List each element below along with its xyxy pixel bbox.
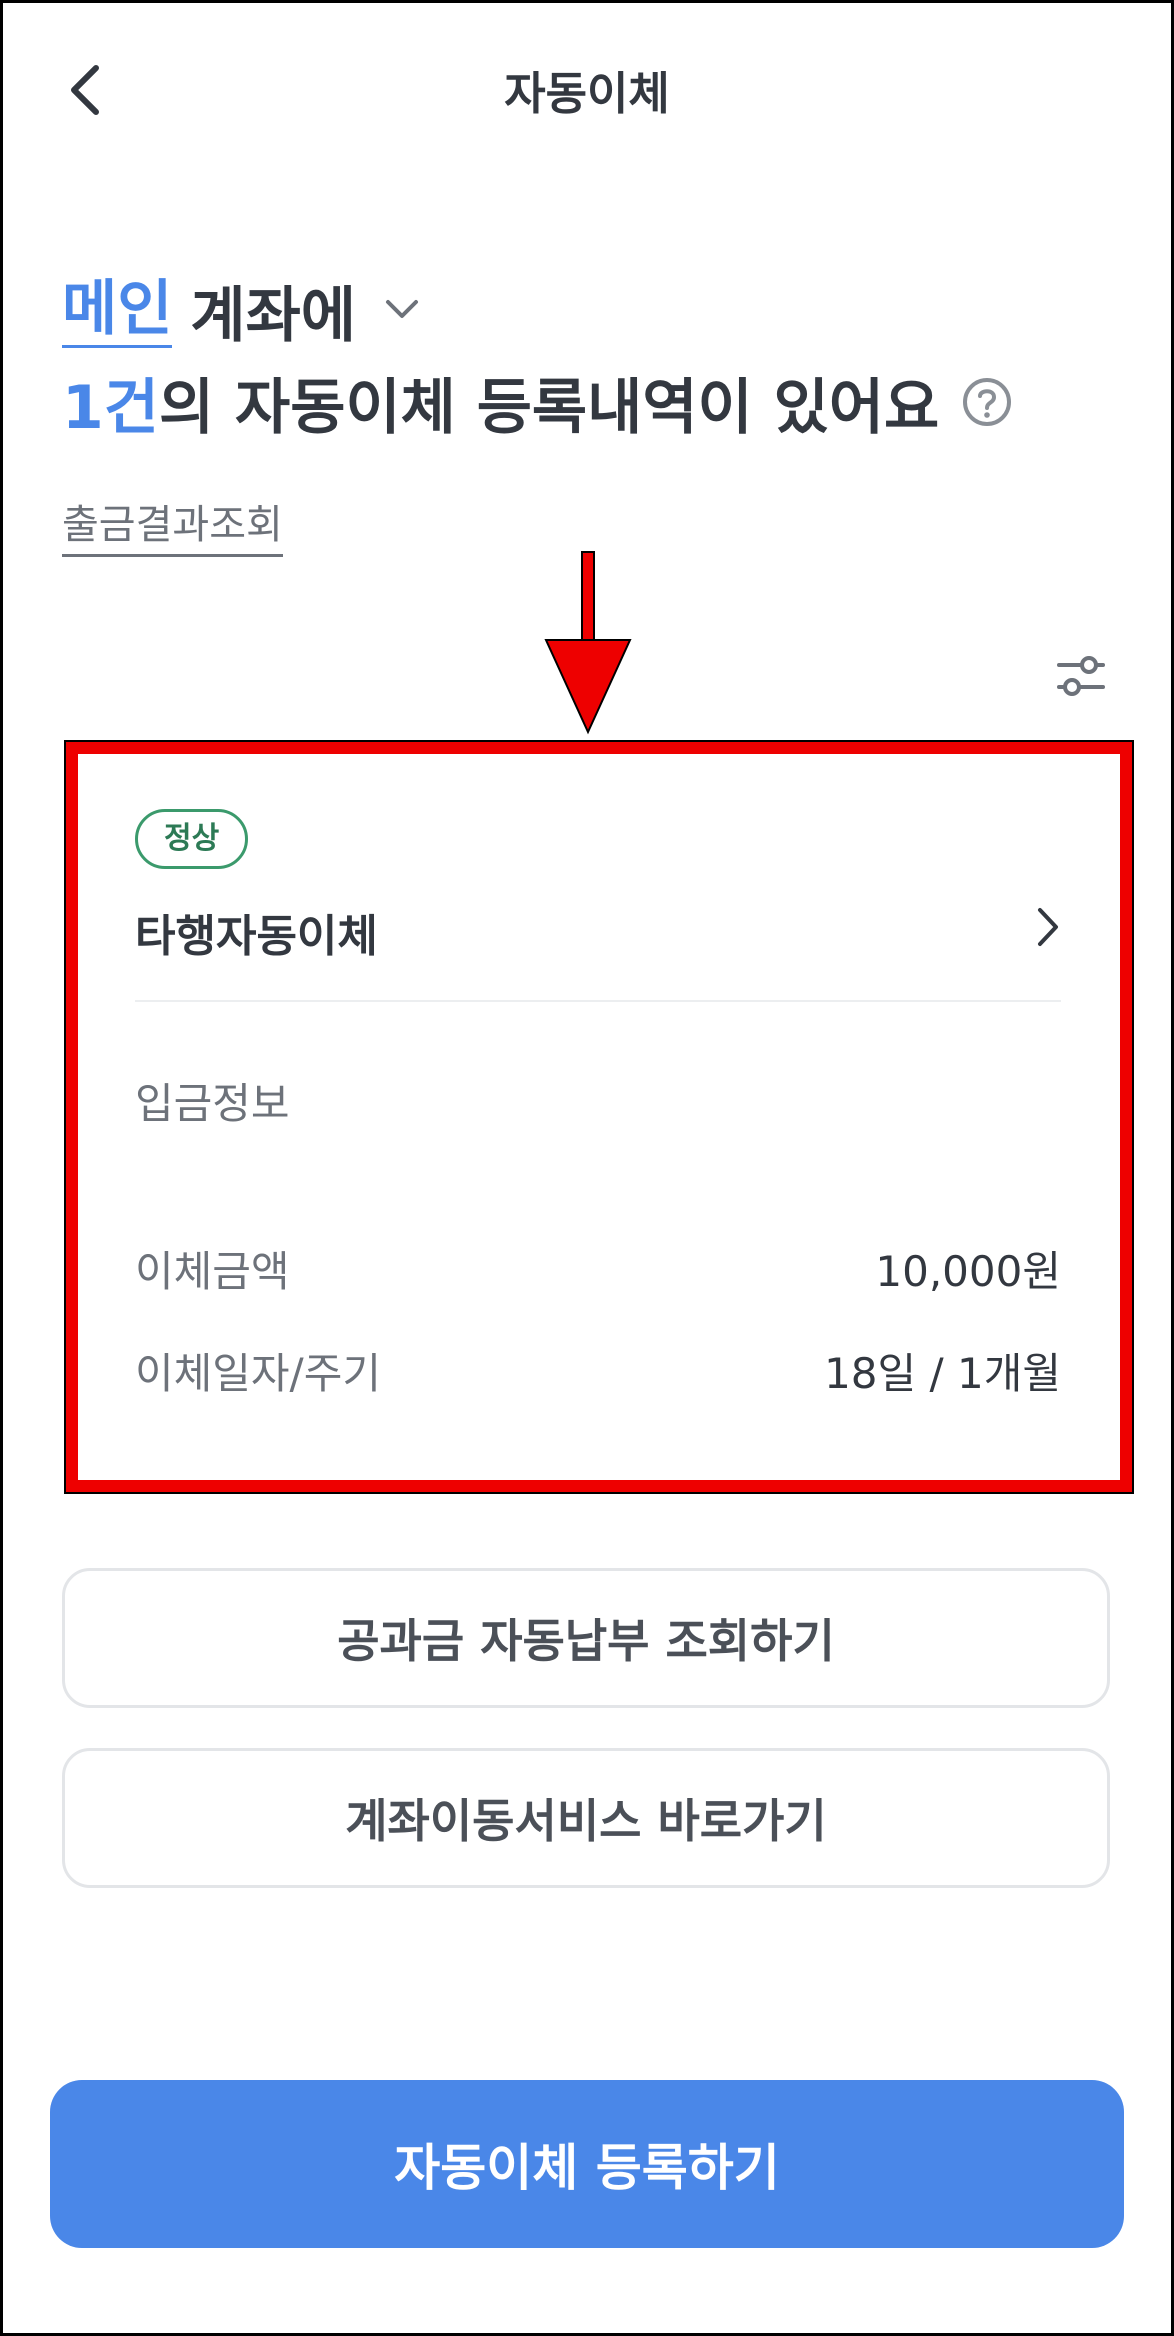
chevron-right-icon [1038, 908, 1058, 946]
register-auto-transfer-button[interactable]: 자동이체 등록하기 [50, 2080, 1124, 2248]
utility-autopay-button[interactable]: 공과금 자동납부 조회하기 [62, 1568, 1110, 1708]
transfer-schedule-label: 이체일자/주기 [135, 1349, 381, 1398]
status-badge: 정상 [135, 809, 249, 869]
help-button[interactable] [961, 376, 1013, 428]
account-dropdown-button[interactable] [382, 290, 422, 330]
account-transfer-service-button[interactable]: 계좌이동서비스 바로가기 [62, 1748, 1110, 1888]
question-circle-icon [963, 378, 1012, 426]
page-title: 자동이체 [504, 67, 670, 120]
transfer-amount-label: 이체금액 [135, 1247, 290, 1296]
auto-transfer-card[interactable]: 정상 타행자동이체 입금정보 이체금액 10,000원 이체일자/주기 18일 … [78, 754, 1120, 1480]
chevron-down-icon [386, 300, 419, 318]
account-suffix: 계좌에 [190, 280, 357, 351]
transfer-amount-value: 10,000원 [875, 1247, 1061, 1296]
filter-button[interactable] [1055, 650, 1107, 702]
account-selector[interactable]: 메인 계좌에 [62, 270, 422, 351]
filter-sliders-icon [1057, 656, 1105, 696]
registration-summary: 1건 의 자동이체 등록내역이 있어요 [62, 362, 1013, 443]
card-title: 타행자동이체 [135, 911, 378, 962]
account-name[interactable]: 메인 [62, 273, 173, 348]
card-divider [135, 1000, 1061, 1002]
registration-summary-text: 의 자동이체 등록내역이 있어요 [158, 372, 940, 443]
registration-count: 1건 [62, 372, 159, 443]
red-arrow-icon [544, 551, 632, 735]
card-detail-button[interactable] [1028, 902, 1068, 952]
transfer-schedule-value: 18일 / 1개월 [824, 1349, 1061, 1398]
deposit-info-label: 입금정보 [135, 1079, 290, 1128]
highlight-box: 정상 타행자동이체 입금정보 이체금액 10,000원 이체일자/주기 18일 … [64, 740, 1134, 1494]
withdrawal-history-link[interactable]: 출금결과조회 [62, 492, 283, 557]
